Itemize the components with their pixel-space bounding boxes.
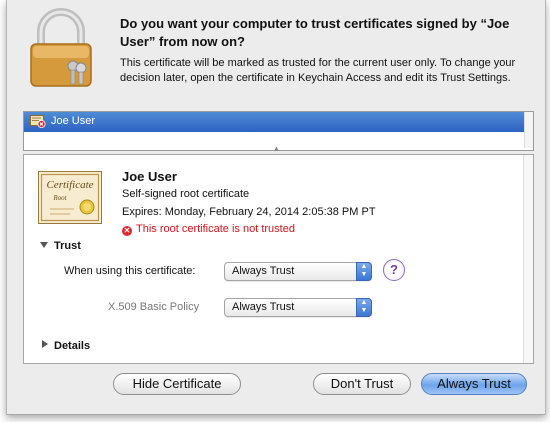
certificate-details-panel: Certificate Root Joe User Self-signed ro… — [23, 154, 534, 364]
certificate-error-icon — [30, 115, 46, 128]
when-using-value: Always Trust — [232, 265, 295, 277]
dialog-headline: Do you want your computer to trust certi… — [120, 16, 510, 49]
padlock-icon — [30, 8, 92, 87]
dialog-explanation: This certificate will be marked as trust… — [120, 57, 516, 84]
help-button[interactable]: ? — [383, 259, 405, 281]
disclosure-triangle-icon — [40, 242, 48, 248]
trust-section-label: Trust — [54, 240, 81, 252]
policy-value: Always Trust — [232, 301, 295, 313]
list-item-label: Joe User — [51, 115, 96, 127]
certificate-icon-title: Certificate — [46, 179, 93, 191]
when-using-label: When using this certificate: — [64, 265, 196, 277]
when-using-popup[interactable]: Always Trust ▲ ▼ — [224, 262, 372, 281]
details-section-label: Details — [54, 340, 91, 352]
hide-certificate-button[interactable]: Hide Certificate — [113, 373, 241, 395]
popup-arrows-icon: ▲ ▼ — [356, 262, 372, 281]
list-item[interactable]: Joe User — [24, 112, 533, 132]
certificate-icon-subtitle: Root — [52, 194, 67, 202]
details-disclosure[interactable]: Details — [42, 340, 90, 352]
details-scrollbar[interactable] — [523, 155, 533, 363]
untrusted-warning-text: This root certificate is not trusted — [136, 223, 295, 235]
policy-popup[interactable]: Always Trust ▲ ▼ — [224, 298, 372, 317]
dont-trust-button[interactable]: Don't Trust — [313, 373, 411, 395]
certificate-icon: Certificate Root — [38, 171, 102, 224]
certificate-kind: Self-signed root certificate — [122, 188, 250, 200]
list-scrollbar[interactable] — [524, 112, 533, 148]
trust-dialog: Do you want your computer to trust certi… — [6, 0, 546, 415]
certificate-name: Joe User — [122, 169, 177, 184]
trust-disclosure[interactable]: Trust — [40, 240, 81, 252]
split-handle-icon[interactable]: ▲ — [272, 145, 281, 153]
policy-label: X.509 Basic Policy — [108, 301, 200, 313]
untrusted-warning: ✕ This root certificate is not trusted — [122, 223, 295, 236]
popup-arrows-icon: ▲ ▼ — [356, 298, 372, 317]
always-trust-button[interactable]: Always Trust — [421, 373, 527, 395]
error-x-icon: ✕ — [122, 226, 132, 236]
disclosure-triangle-icon — [42, 340, 48, 348]
certificate-expiry: Expires: Monday, February 24, 2014 2:05:… — [122, 206, 376, 218]
